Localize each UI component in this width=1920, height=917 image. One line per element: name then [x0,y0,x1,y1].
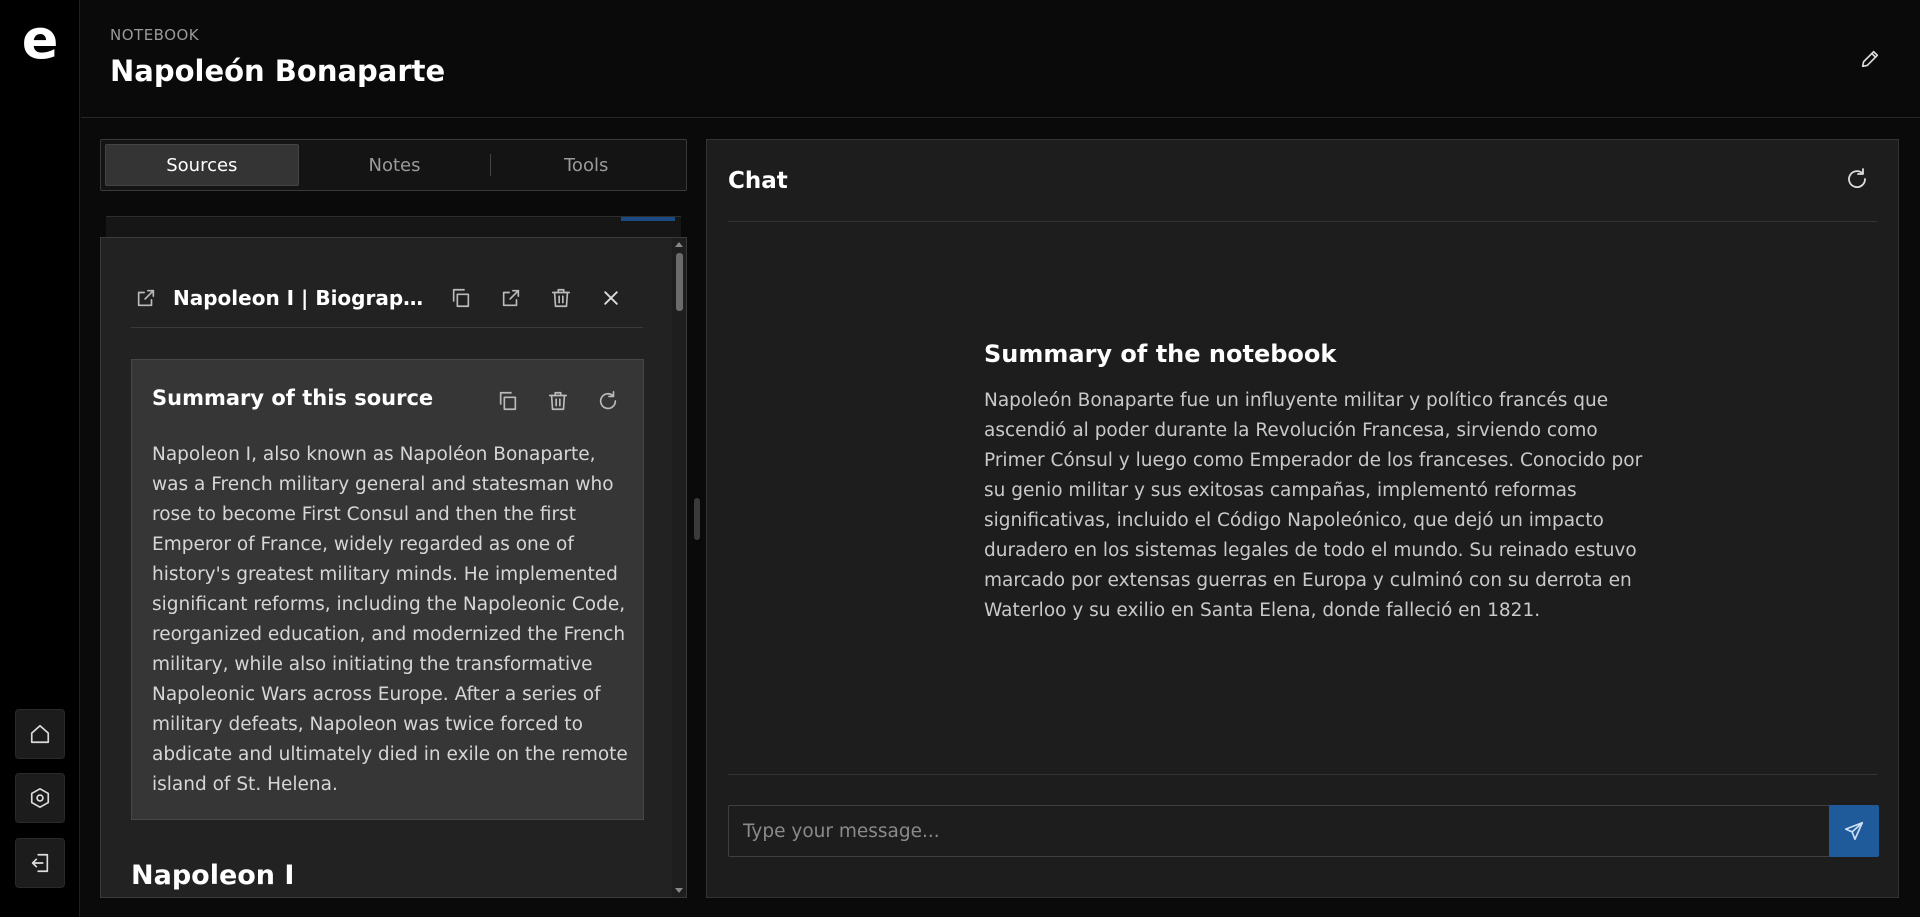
pencil-icon [1861,50,1879,68]
tab-tools[interactable]: Tools [490,144,682,186]
page-title: Napoleón Bonaparte [110,54,446,88]
source-title: Napoleon I | Biography, A... [173,285,428,310]
scroll-thumb[interactable] [676,253,683,311]
open-source-button[interactable] [496,283,526,313]
panel-tabs: Sources Notes Tools [100,139,687,191]
send-message-button[interactable] [1829,805,1879,857]
copy-source-button[interactable] [446,283,476,313]
send-icon [1844,821,1864,841]
tab-notes[interactable]: Notes [299,144,491,186]
external-link-icon [137,289,155,306]
home-icon [30,724,50,744]
logout-icon [31,853,49,873]
source-heading: Napoleon I [131,860,295,891]
delete-source-button[interactable] [546,283,576,313]
notebook-summary-text: Napoleón Bonaparte fue un influyente mil… [984,390,1643,621]
source-summary-actions [493,386,623,416]
home-button[interactable] [15,709,65,759]
edit-title-button[interactable] [1856,45,1884,73]
tab-sources[interactable]: Sources [105,144,299,186]
close-source-button[interactable] [596,283,626,313]
source-summary-text: Napoleon I, also known as Napoléon Bonap… [152,444,628,795]
source-header: Napoleon I | Biography, A... [131,268,643,328]
scroll-down-arrow[interactable] [675,888,683,893]
trash-icon [548,391,568,411]
copy-icon [452,288,470,307]
settings-icon [30,788,50,808]
sidebar-rail: e [0,0,80,917]
chat-title: Chat [728,168,788,194]
page-header: NOTEBOOK Napoleón Bonaparte [81,0,1920,118]
notebook-kicker: NOTEBOOK [110,26,200,44]
chat-panel: Chat Summary of the notebook Napoleón Bo… [706,139,1899,898]
chat-message-input[interactable] [728,805,1839,857]
chat-header-divider [728,221,1877,222]
refresh-icon [1848,168,1866,188]
panel-resize-handle[interactable] [694,498,700,540]
trash-icon [551,288,571,307]
copy-icon [499,391,517,411]
delete-summary-button[interactable] [543,386,573,416]
chat-refresh-button[interactable] [1842,164,1872,194]
regenerate-summary-button[interactable] [593,386,623,416]
logout-button[interactable] [15,838,65,888]
source-summary-title: Summary of this source [152,386,434,410]
source-detail-panel: Napoleon I | Biography, A... [100,237,687,898]
chat-footer-divider [728,774,1877,775]
settings-button[interactable] [15,773,65,823]
scroll-up-arrow[interactable] [675,242,683,247]
source-list-accent [621,217,675,221]
app-root: e NOTEBOOK Napoleón Bonaparte Sources No… [0,0,1920,917]
close-icon [604,290,618,305]
notebook-summary-title: Summary of the notebook [984,340,1337,368]
source-summary-card: Summary of this source Napoleon I, also … [131,359,644,820]
source-link-button[interactable] [131,283,161,313]
external-link-icon [502,289,520,306]
source-scrollbar[interactable] [672,238,686,897]
refresh-icon [599,391,617,410]
source-actions [446,283,626,313]
copy-summary-button[interactable] [493,386,523,416]
app-logo[interactable]: e [18,12,62,68]
